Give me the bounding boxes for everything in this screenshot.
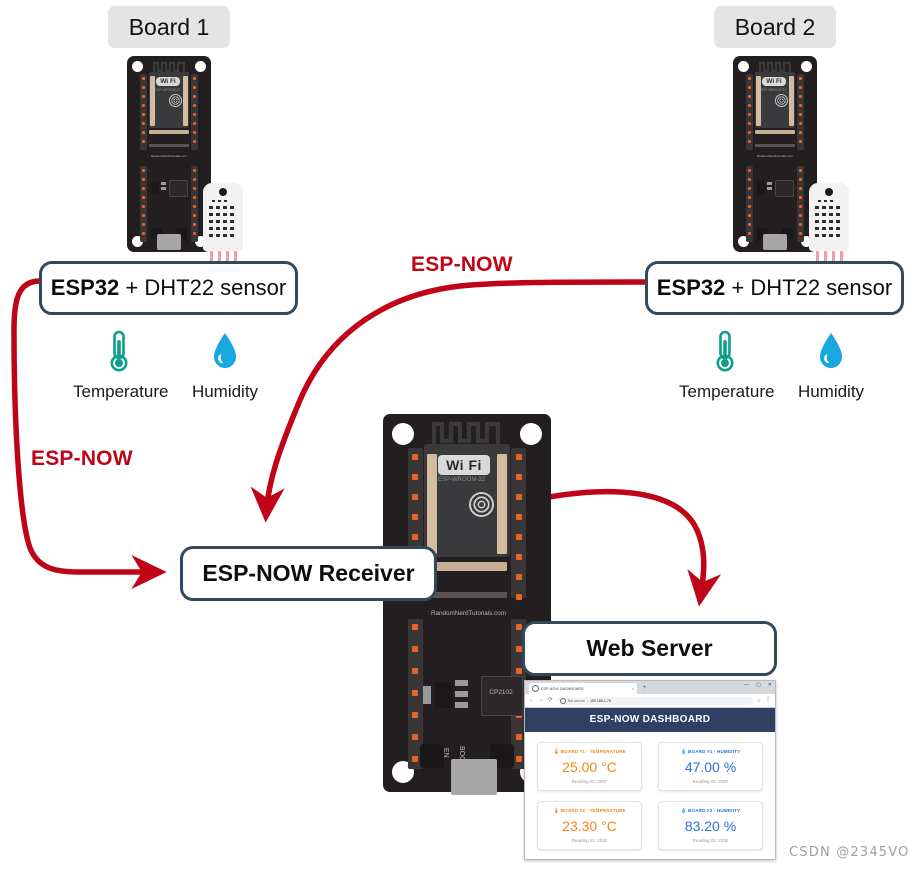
security-status-text: Not secure (567, 698, 585, 703)
card-board2-temperature: 🌡BOARD #2 - TEMPERATURE 23.30 °C Reading… (537, 801, 642, 850)
espnow-receiver-box: ESP-NOW Receiver (180, 546, 437, 601)
maximize-icon[interactable]: ▢ (756, 683, 761, 688)
board-2-label-text: ESP32 + DHT22 sensor (656, 275, 893, 300)
board-2-humidity-legend: Humidity (788, 330, 874, 402)
minimize-icon[interactable]: — (744, 683, 749, 688)
close-icon[interactable]: × (632, 686, 634, 691)
board-2-temperature-label: Temperature (679, 382, 775, 401)
thermometer-icon (716, 330, 734, 372)
espnow-label-top: ESP-NOW (411, 253, 513, 276)
water-drop-icon: 💧 (680, 749, 687, 755)
new-tab-icon[interactable]: + (643, 685, 647, 691)
esp32-board-1: Wi Fi ESP-WROOM-32 RandomNerdTutorials.c… (127, 56, 211, 252)
espnow-receiver-text: ESP-NOW Receiver (202, 560, 415, 586)
usb-chip-label: CP2102 (489, 689, 513, 696)
dht22-sensor-1 (203, 183, 243, 263)
web-server-text: Web Server (586, 635, 713, 661)
card-board1-humidity: 💧BOARD #1 - HUMIDITY 47.00 % Reading ID:… (658, 742, 763, 791)
card-board1-temperature: 🌡BOARD #1 - TEMPERATURE 25.00 °C Reading… (537, 742, 642, 791)
espnow-label-left: ESP-NOW (31, 447, 133, 470)
url-text: 192.168.1.75 (589, 698, 611, 703)
water-drop-icon: 💧 (680, 808, 687, 814)
browser-url-bar: ← → ⟳ Not secure | 192.168.1.75 ☆ ⋮ (525, 694, 775, 708)
card-reading-id: Reading ID: 2030 (692, 838, 729, 843)
esp32-board-2: Wi Fi ESP-WROOM-32 RandomNerdTutorials.c… (733, 56, 817, 252)
board-2-humidity-label: Humidity (797, 382, 865, 401)
kebab-menu-icon[interactable]: ⋮ (765, 697, 771, 703)
card-title: 💧BOARD #2 - HUMIDITY (680, 808, 741, 814)
card-value: 23.30 °C (562, 818, 617, 834)
browser-window: ESP-NOW DASHBOARD × + — ▢ ✕ ← → ⟳ Not se… (524, 680, 776, 860)
board-2-label-box: ESP32 + DHT22 sensor (645, 261, 904, 315)
card-reading-id: Reading ID: 2097 (692, 779, 729, 784)
back-icon[interactable]: ← (529, 697, 535, 704)
card-reading-id: Reading ID: 2030 (571, 838, 608, 843)
card-reading-id: Reading ID: 2097 (571, 779, 608, 784)
star-icon[interactable]: ☆ (757, 698, 761, 704)
card-title: 🌡BOARD #2 - TEMPERATURE (553, 808, 626, 814)
dashboard-card-grid: 🌡BOARD #1 - TEMPERATURE 25.00 °C Reading… (537, 742, 763, 850)
favicon-icon (532, 685, 539, 692)
board-1-label-box: ESP32 + DHT22 sensor (39, 261, 298, 315)
wifi-logo: Wi Fi (438, 455, 490, 475)
forward-icon[interactable]: → (539, 697, 545, 704)
board-1-label-text: ESP32 + DHT22 sensor (50, 275, 287, 300)
water-drop-icon (214, 333, 236, 368)
card-value: 83.20 % (684, 818, 737, 834)
url-separator: | (587, 698, 588, 703)
thermometer-icon (110, 330, 128, 372)
en-button-label: EN (442, 748, 449, 758)
diagram-canvas: Board 1 Wi Fi ESP-WROOM-32 RandomNerdTut… (0, 0, 908, 870)
dashboard-body: 🌡BOARD #1 - TEMPERATURE 25.00 °C Reading… (525, 732, 775, 859)
browser-tab-bar: ESP-NOW DASHBOARD × + — ▢ ✕ (525, 681, 775, 694)
web-server-box: Web Server (522, 621, 777, 676)
board-2-chip: Board 2 (714, 6, 836, 48)
thermometer-icon: 🌡 (553, 808, 560, 814)
address-bar[interactable]: Not secure | 192.168.1.75 (556, 696, 753, 705)
close-icon[interactable]: ✕ (768, 683, 772, 688)
board-1-temperature-legend: Temperature (73, 330, 169, 402)
board-1-humidity-legend: Humidity (182, 330, 268, 402)
card-value: 47.00 % (684, 759, 737, 775)
dashboard-title: ESP-NOW DASHBOARD (525, 708, 775, 732)
board-2-temperature-legend: Temperature (679, 330, 775, 402)
window-controls: — ▢ ✕ (744, 683, 772, 688)
browser-tab[interactable]: ESP-NOW DASHBOARD × (529, 683, 637, 694)
reload-icon[interactable]: ⟳ (548, 697, 553, 704)
esp-module-text: ESP-WROOM-32 (438, 477, 486, 483)
thermometer-icon: 🌡 (553, 749, 560, 755)
board-1-chip: Board 1 (108, 6, 230, 48)
card-value: 25.00 °C (562, 759, 617, 775)
dht22-sensor-2 (809, 183, 849, 263)
card-title: 🌡BOARD #1 - TEMPERATURE (553, 749, 626, 755)
watermark: CSDN @2345VOR (789, 845, 908, 860)
not-secure-icon (559, 697, 566, 704)
card-title: 💧BOARD #1 - HUMIDITY (680, 749, 741, 755)
card-board2-humidity: 💧BOARD #2 - HUMIDITY 83.20 % Reading ID:… (658, 801, 763, 850)
board-1-humidity-label: Humidity (191, 382, 259, 401)
board-brand-text: RandomNerdTutorials.com (431, 610, 507, 617)
browser-tab-title: ESP-NOW DASHBOARD (541, 686, 584, 691)
water-drop-icon (820, 333, 842, 368)
board-1-temperature-label: Temperature (73, 382, 169, 401)
